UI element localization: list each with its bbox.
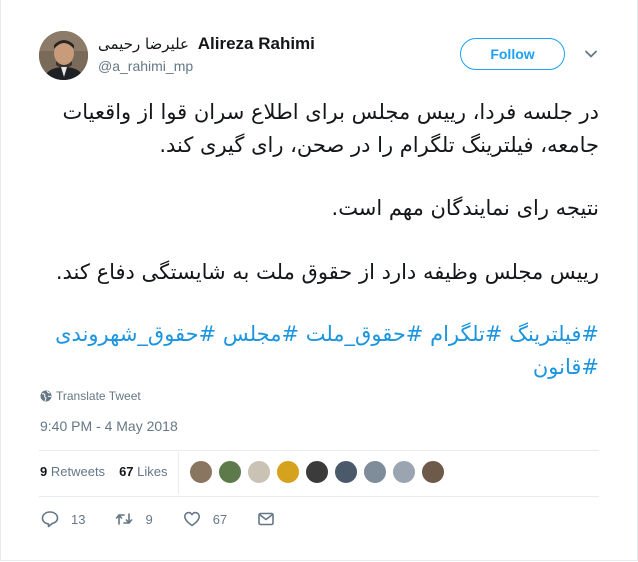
reply-icon bbox=[41, 511, 59, 528]
direct-message-button[interactable] bbox=[257, 510, 275, 528]
reply-button[interactable]: 13 bbox=[41, 510, 85, 528]
liker-avatar[interactable] bbox=[189, 460, 213, 484]
envelope-icon bbox=[258, 512, 274, 526]
likers-avatars bbox=[189, 460, 445, 484]
likes-label: Likes bbox=[137, 464, 168, 479]
like-button[interactable]: 67 bbox=[183, 510, 227, 528]
liker-avatar[interactable] bbox=[421, 460, 445, 484]
retweets-count: 9 bbox=[40, 464, 48, 479]
liker-avatar[interactable] bbox=[218, 460, 242, 484]
like-count: 67 bbox=[212, 511, 228, 527]
liker-avatar[interactable] bbox=[363, 460, 387, 484]
liker-avatar[interactable] bbox=[276, 460, 300, 484]
retweets-stat[interactable]: 9 Retweets bbox=[40, 464, 105, 479]
avatar[interactable] bbox=[39, 31, 88, 80]
tweet-text-paragraph-2: نتیجه رای نمایندگان مهم است. bbox=[331, 196, 599, 220]
divider bbox=[39, 496, 599, 497]
liker-avatar[interactable] bbox=[392, 460, 416, 484]
liker-avatar[interactable] bbox=[247, 460, 271, 484]
author-name-fa: علیرضا رحیمی bbox=[98, 35, 190, 53]
avatar-image bbox=[39, 31, 88, 80]
retweet-count: 9 bbox=[145, 511, 153, 527]
reply-count: 13 bbox=[71, 511, 86, 527]
liker-avatar[interactable] bbox=[305, 460, 329, 484]
author-name[interactable]: علیرضا رحیمی Alireza Rahimi bbox=[98, 34, 315, 54]
tweet-hashtags[interactable]: #فیلترینگ #تلگرام #حقوق_ملت #مجلس #حقوق_… bbox=[41, 318, 599, 384]
retweet-button[interactable]: 9 bbox=[115, 510, 153, 528]
tweet-actions: 13 9 67 bbox=[41, 510, 305, 528]
author-name-en: Alireza Rahimi bbox=[197, 34, 315, 53]
tweet-text-paragraph-3: رییس مجلس وظیفه دارد از حقوق ملت به شایس… bbox=[55, 260, 599, 284]
tweet-card: علیرضا رحیمی Alireza Rahimi @a_rahimi_mp… bbox=[0, 0, 638, 561]
retweet-icon bbox=[116, 513, 133, 525]
tweet-text-paragraph-1: در جلسه فردا، رییس مجلس برای اطلاع سران … bbox=[62, 100, 599, 157]
tweet-stats: 9 Retweets 67 Likes bbox=[40, 464, 168, 479]
tweet-timestamp[interactable]: 9:40 PM - 4 May 2018 bbox=[40, 418, 178, 434]
heart-icon bbox=[183, 511, 200, 527]
chevron-down-icon[interactable] bbox=[583, 46, 599, 62]
likes-count: 67 bbox=[119, 464, 134, 479]
globe-icon bbox=[40, 390, 52, 402]
author-handle[interactable]: @a_rahimi_mp bbox=[98, 58, 193, 74]
divider bbox=[39, 450, 599, 451]
translate-label: Translate Tweet bbox=[56, 389, 141, 403]
follow-button[interactable]: Follow bbox=[460, 38, 565, 70]
likes-stat[interactable]: 67 Likes bbox=[119, 464, 167, 479]
liker-avatar[interactable] bbox=[334, 460, 358, 484]
translate-tweet-link[interactable]: Translate Tweet bbox=[40, 389, 141, 403]
retweets-label: Retweets bbox=[50, 464, 106, 479]
stats-separator bbox=[178, 452, 179, 494]
